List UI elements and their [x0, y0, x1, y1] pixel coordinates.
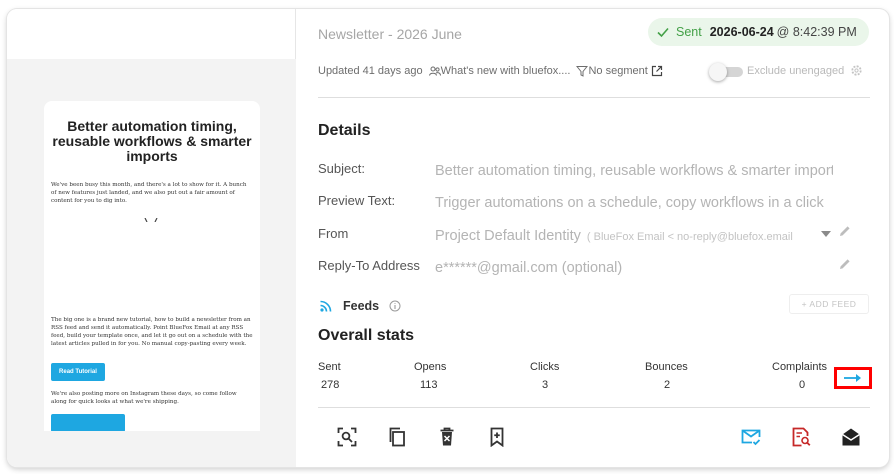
audience-link[interactable]: What's new with bluefox.... [441, 65, 571, 77]
drafts-icon [842, 428, 860, 446]
feeds-section: Feeds [320, 298, 401, 314]
updated-label: Updated 41 days ago [318, 65, 423, 77]
subject-label: Subject: [318, 161, 365, 176]
stat-opens: Opens 113 [414, 361, 446, 391]
divider [318, 97, 870, 98]
overall-stats-heading: Overall stats [318, 327, 415, 344]
stat-label: Clicks [530, 361, 560, 373]
copy-button[interactable] [387, 427, 407, 447]
audience-icon [428, 66, 441, 76]
delivery-report-button[interactable] [791, 427, 811, 447]
email-paragraph: The big one is a brand new tutorial, how… [51, 317, 253, 347]
campaign-details-panel: Newsletter - 2026 June Sent 2026-06-24 @… [297, 9, 889, 467]
email-headline: Better automation timing, reusable workf… [52, 118, 252, 164]
open-email-button[interactable] [841, 427, 861, 447]
from-select[interactable]: Project Default Identity ( BlueFox Email … [435, 228, 815, 244]
exclude-unengaged-toggle[interactable] [709, 63, 743, 81]
campaign-title[interactable]: Newsletter - 2026 June [318, 26, 462, 42]
stat-label: Opens [414, 361, 447, 373]
delete-button[interactable] [437, 427, 457, 447]
email-secondary-button [51, 414, 125, 431]
mark-as-read-button[interactable] [741, 427, 761, 447]
exclude-unengaged-label: Exclude unengaged [747, 65, 845, 77]
pencil-icon[interactable] [839, 258, 851, 270]
add-feed-button[interactable]: + ADD FEED [789, 294, 869, 314]
stat-label: Complaints [772, 361, 828, 373]
reply-to-input[interactable]: e******@gmail.com (optional) [435, 260, 833, 276]
rss-icon [320, 300, 332, 312]
delete-icon [440, 427, 454, 446]
campaign-meta: Updated 41 days ago What's new with blue… [318, 63, 663, 79]
stat-value: 2 [664, 379, 671, 391]
stat-complaints: Complaints 0 [772, 361, 827, 391]
gear-icon[interactable] [850, 64, 863, 77]
email-read-tutorial-button: Read Tutorial [51, 363, 105, 381]
email-paragraph: We're also posting more on Instagram the… [51, 391, 237, 405]
feeds-label: Feeds [343, 299, 380, 313]
stat-clicks: Clicks 3 [530, 361, 559, 391]
status-label: Sent [676, 25, 702, 39]
from-label: From [318, 226, 349, 241]
preview-text-input[interactable]: Trigger automations on a schedule, copy … [435, 195, 833, 211]
info-icon[interactable] [389, 300, 401, 312]
stat-value: 3 [542, 379, 549, 391]
status-date: 2026-06-24 [709, 25, 774, 39]
stat-value: 278 [321, 379, 340, 391]
status-badge: Sent 2026-06-24 @ 8:42:39 PM [648, 18, 869, 46]
save-template-button[interactable] [487, 427, 507, 448]
stat-value: 0 [799, 379, 806, 391]
segment-label[interactable]: No segment [588, 65, 647, 77]
from-value: Project Default Identity [435, 228, 581, 244]
zoom-scan-icon [337, 427, 357, 447]
stat-label: Bounces [645, 361, 688, 373]
email-paragraph: We've been busy this month, and there's … [51, 182, 247, 204]
arrow-right-icon [844, 374, 861, 382]
status-time: @ 8:42:39 PM [776, 25, 857, 39]
stat-bounces: Bounces 2 [645, 361, 688, 391]
from-identity: ( BlueFox Email < no-reply@bluefox.email [586, 231, 793, 243]
details-heading: Details [318, 122, 371, 139]
divider [318, 407, 870, 408]
check-icon [657, 27, 669, 38]
stat-label: Sent [318, 361, 341, 373]
stat-value: 113 [420, 379, 438, 391]
stat-sent: Sent 278 [318, 361, 341, 391]
email-preview-pane: Better automation timing, reusable workf… [7, 9, 296, 467]
filter-icon [576, 66, 589, 77]
mark-email-read-icon [741, 429, 761, 446]
chevron-down-icon[interactable] [821, 231, 831, 237]
report-search-icon [792, 427, 811, 447]
subject-input[interactable]: Better automation timing, reusable workf… [435, 163, 833, 179]
email-preview[interactable]: Better automation timing, reusable workf… [44, 101, 260, 431]
copy-icon [389, 427, 405, 447]
preview-scan-button[interactable] [337, 427, 357, 447]
view-stats-button[interactable] [834, 367, 872, 389]
pencil-icon[interactable] [839, 225, 851, 237]
campaign-card: Better automation timing, reusable workf… [7, 9, 889, 467]
preview-text-label: Preview Text: [318, 193, 396, 208]
open-in-new-icon[interactable] [651, 65, 663, 77]
reply-to-label: Reply-To Address [318, 258, 420, 273]
bookmark-add-icon [490, 427, 504, 448]
loading-icon [144, 218, 158, 222]
